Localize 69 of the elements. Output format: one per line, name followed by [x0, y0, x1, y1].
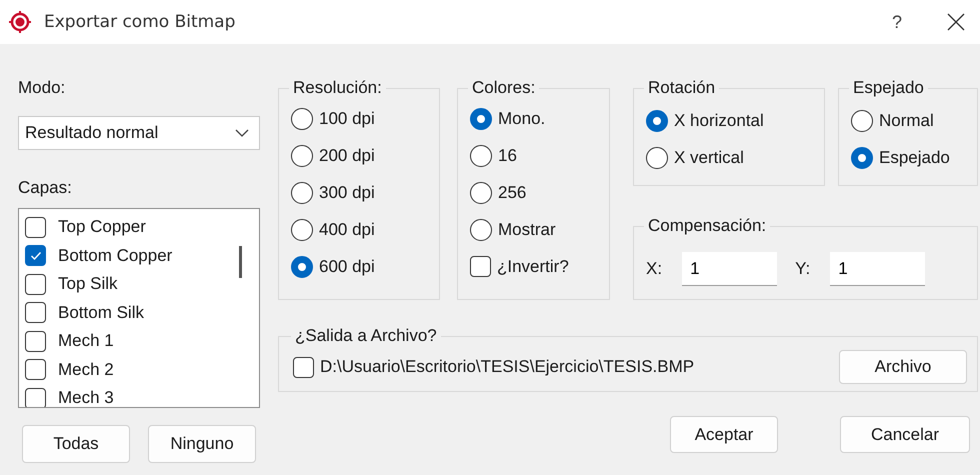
checkbox[interactable]	[25, 330, 46, 352]
mode-dropdown[interactable]: Resultado normal	[18, 116, 260, 150]
checkbox[interactable]	[25, 245, 46, 266]
option-label[interactable]: 100 dpi	[319, 108, 375, 128]
option-label[interactable]: Mostrar	[498, 220, 556, 240]
dialog-button[interactable]: Cancelar	[840, 416, 970, 453]
close-icon[interactable]	[946, 12, 966, 32]
radio-button[interactable]	[470, 182, 492, 204]
radio-button[interactable]	[646, 146, 668, 168]
help-button[interactable]: ?	[892, 12, 902, 32]
y-label: Y:	[795, 259, 810, 279]
group-label: Rotación	[647, 78, 716, 98]
option-label[interactable]: 400 dpi	[319, 220, 375, 240]
window-title: Exportar como Bitmap	[44, 12, 236, 32]
option-label[interactable]: 600 dpi	[319, 256, 375, 276]
group-label: ¿Salida a Archivo?	[294, 326, 438, 346]
group-label: Espejado	[852, 78, 925, 98]
checkbox[interactable]	[293, 356, 314, 378]
radio-button[interactable]	[851, 110, 873, 132]
x-offset-field[interactable]: 1	[682, 252, 778, 286]
file-path-label[interactable]: D:\Usuario\Escritorio\TESIS\Ejercicio\TESIS.BMP	[320, 357, 833, 377]
radio-button[interactable]	[291, 144, 313, 166]
radio-button[interactable]	[291, 182, 313, 204]
option-label[interactable]: Mono.	[498, 108, 546, 128]
layer-label[interactable]: Bottom Silk	[58, 302, 144, 323]
radio-button[interactable]	[291, 108, 313, 130]
layer-label[interactable]: Mech 2	[58, 360, 114, 380]
radio-button[interactable]	[291, 256, 313, 278]
option-label[interactable]: X vertical	[674, 148, 744, 168]
checkbox[interactable]	[470, 256, 491, 277]
radio-button[interactable]	[646, 110, 668, 132]
radio-button[interactable]	[470, 144, 492, 166]
y-offset-field[interactable]: 1	[830, 252, 926, 286]
checkbox[interactable]	[25, 302, 46, 324]
layer-label[interactable]: Mech 3	[58, 388, 114, 407]
layer-select-button[interactable]: Ninguno	[148, 425, 256, 463]
mode-label: Modo:	[18, 78, 66, 99]
check-icon	[30, 250, 42, 261]
radio-button[interactable]	[291, 218, 313, 240]
option-label[interactable]: X horizontal	[674, 110, 764, 130]
checkbox[interactable]	[25, 359, 46, 380]
option-label[interactable]: 16	[498, 146, 517, 166]
layer-select-button[interactable]: Todas	[22, 425, 130, 463]
x-label: X:	[646, 259, 662, 279]
app-icon	[8, 10, 32, 34]
file-button[interactable]: Archivo	[839, 350, 967, 384]
option-label[interactable]: ¿Invertir?	[497, 256, 569, 276]
checkbox[interactable]	[25, 216, 46, 238]
group-label: Compensación:	[647, 216, 768, 236]
checkbox[interactable]	[25, 274, 46, 295]
option-label[interactable]: 300 dpi	[319, 182, 375, 202]
dialog-button[interactable]: Aceptar	[670, 416, 778, 453]
scrollbar-thumb[interactable]	[239, 246, 242, 278]
radio-button[interactable]	[470, 108, 492, 130]
group-label: Resolución:	[292, 78, 383, 98]
group-label: Colores:	[471, 78, 536, 98]
layer-label[interactable]: Top Copper	[58, 217, 146, 238]
layers-label: Capas:	[18, 178, 73, 199]
checkbox[interactable]	[25, 388, 46, 407]
layer-label[interactable]: Bottom Copper	[58, 246, 172, 266]
option-label[interactable]: 256	[498, 182, 526, 202]
layer-label[interactable]: Mech 1	[58, 331, 114, 352]
option-label[interactable]: 200 dpi	[319, 146, 375, 166]
chevron-down-icon	[235, 129, 249, 137]
radio-button[interactable]	[851, 146, 873, 168]
option-label[interactable]: Espejado	[879, 148, 950, 168]
layer-label[interactable]: Top Silk	[58, 274, 118, 294]
radio-button[interactable]	[470, 218, 492, 240]
option-label[interactable]: Normal	[879, 110, 934, 130]
